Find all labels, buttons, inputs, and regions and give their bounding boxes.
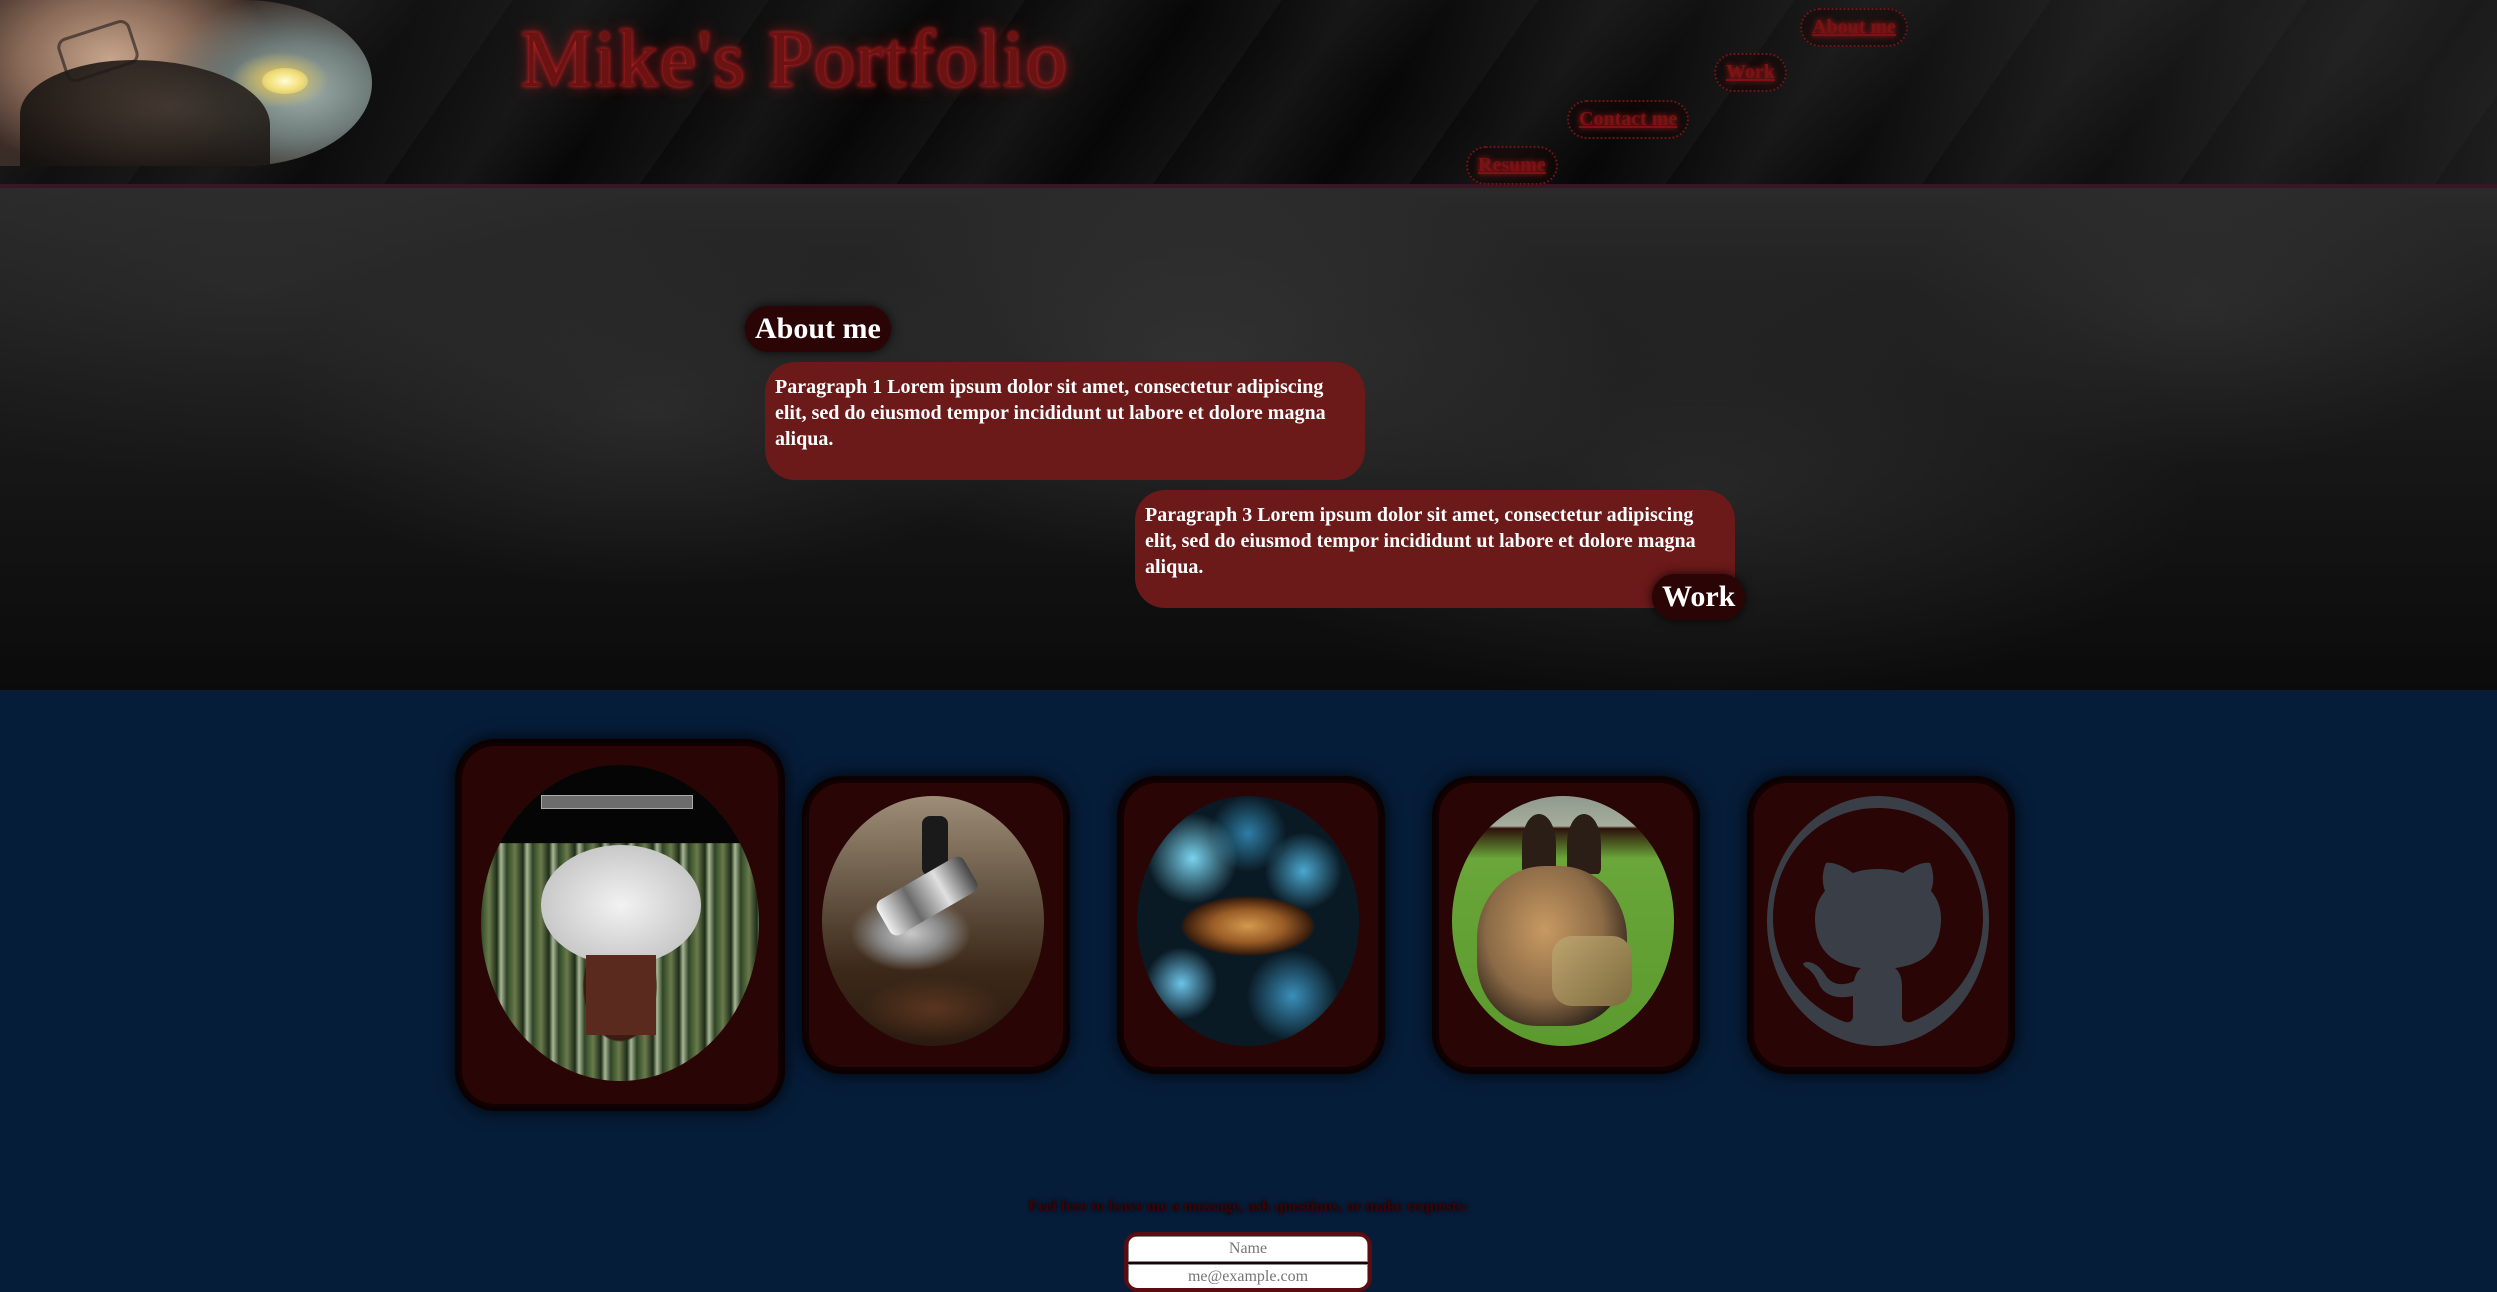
nav-resume[interactable]: Resume — [1466, 146, 1558, 185]
about-section: About me Paragraph 1 Lorem ipsum dolor s… — [0, 188, 2497, 690]
project-card-github[interactable] — [1747, 776, 2015, 1074]
github-icon[interactable] — [1767, 796, 1989, 1046]
site-header: Mike's Portfolio About me Work Contact m… — [0, 0, 2497, 188]
about-heading: About me — [745, 306, 891, 352]
name-field[interactable] — [1128, 1236, 1368, 1262]
nav-about-me[interactable]: About me — [1800, 8, 1908, 47]
project-card-droplets[interactable] — [1117, 776, 1385, 1074]
project-card-church[interactable] — [455, 739, 785, 1111]
german-shepherd-thumbnail[interactable] — [1452, 796, 1674, 1046]
water-droplets-thumbnail[interactable] — [1137, 796, 1359, 1046]
project-card-motorcycle[interactable] — [802, 776, 1070, 1074]
project-card-dog[interactable] — [1432, 776, 1700, 1074]
avatar — [0, 0, 372, 166]
contact-prompt: Feel free to leave me a message, ask que… — [1028, 1198, 1469, 1215]
about-paragraph-3: Paragraph 3 Lorem ipsum dolor sit amet, … — [1135, 490, 1735, 608]
work-heading: Work — [1652, 574, 1746, 620]
church-website-thumbnail[interactable] — [481, 765, 759, 1081]
site-title: Mike's Portfolio — [520, 13, 1068, 104]
nav-work[interactable]: Work — [1714, 53, 1787, 92]
nav-contact-me[interactable]: Contact me — [1567, 100, 1690, 139]
email-field[interactable] — [1128, 1264, 1368, 1288]
about-paragraph-1: Paragraph 1 Lorem ipsum dolor sit amet, … — [765, 362, 1365, 480]
motorcycle-thumbnail[interactable] — [822, 796, 1044, 1046]
contact-form — [1124, 1232, 1372, 1292]
